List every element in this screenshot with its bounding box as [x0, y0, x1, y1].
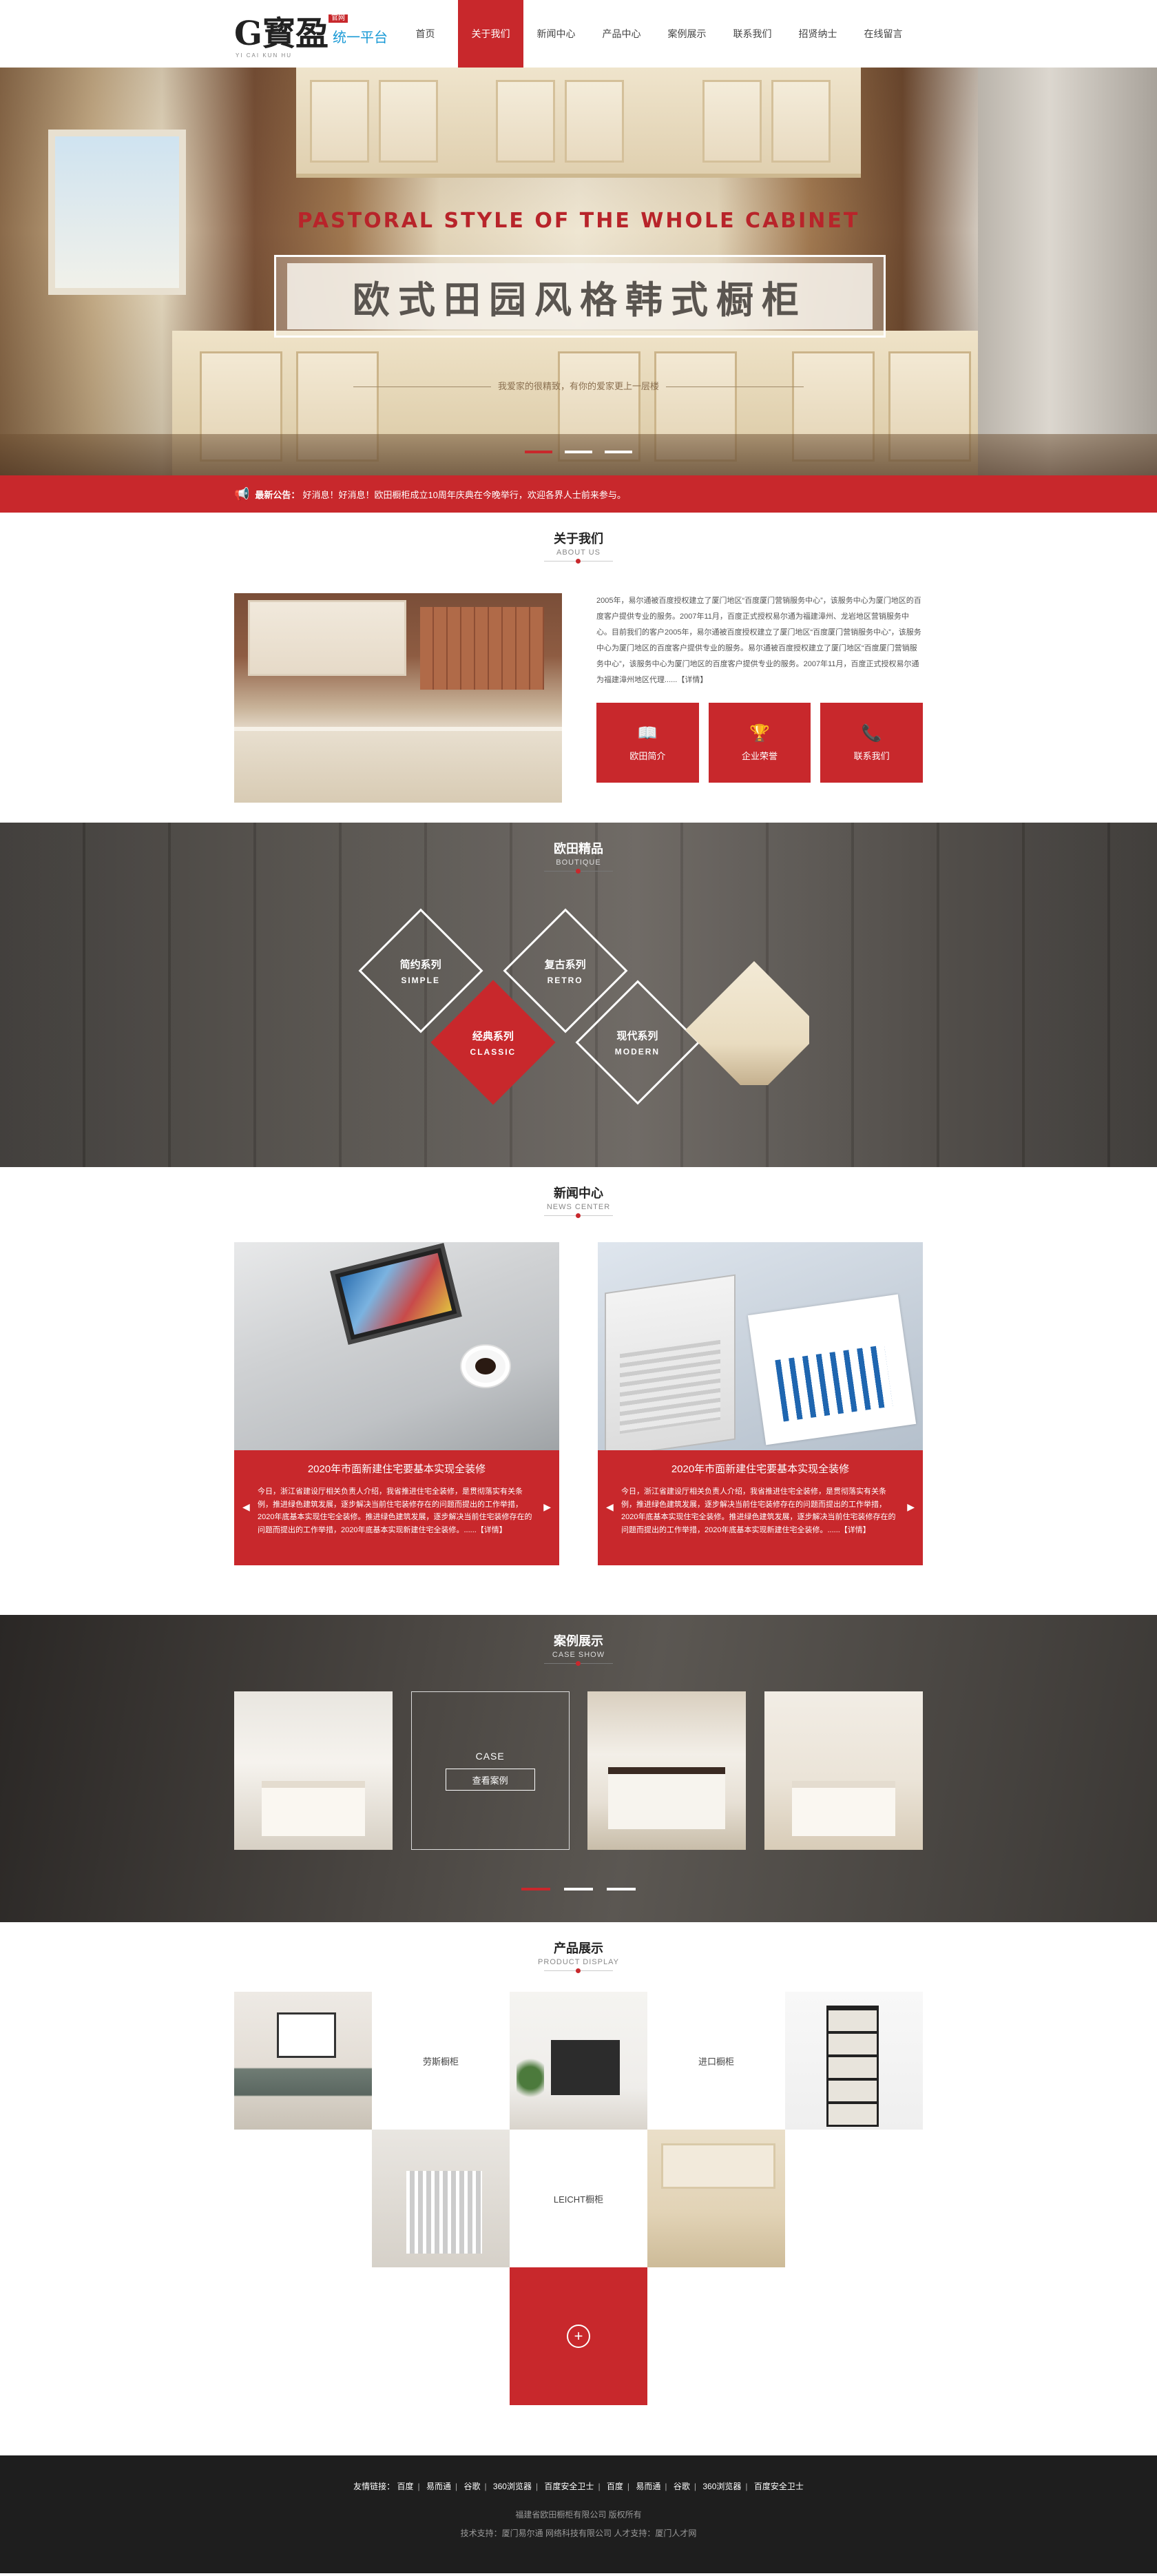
nav-item-news[interactable]: 新闻中心 — [523, 0, 589, 68]
phone-icon: 📞 — [861, 723, 882, 743]
banner-subtitle: 我爱家的很精致，有你的爱家更上一层楼 — [0, 379, 1157, 392]
product-image[interactable] — [372, 2130, 510, 2267]
friend-link[interactable]: 易而通 — [636, 2482, 660, 2491]
notice-label: 最新公告： — [255, 489, 300, 500]
cases-pager-dot[interactable] — [564, 1888, 593, 1890]
honor-button[interactable]: 🏆 企业荣誉 — [708, 702, 811, 783]
about-text: 2005年，易尔通被百度授权建立了厦门地区“百度厦门营销服务中心”，该服务中心为… — [596, 597, 921, 685]
banner-pager-dot[interactable] — [605, 451, 632, 453]
friend-link[interactable]: 百度安全卫士 — [544, 2482, 594, 2491]
book-icon: 📖 — [637, 723, 658, 743]
megaphone-icon: 📢 — [234, 486, 250, 501]
banner-pager-dot[interactable] — [565, 451, 592, 453]
news-image-tablet — [234, 1242, 559, 1450]
site-footer: 友情链接： 百度 | 易而通 | 谷歌 | 360浏览器 | 百度安全卫士 | 百度 | 易… — [0, 2455, 1157, 2573]
banner-title: 欧式田园风格韩式橱柜 — [353, 279, 807, 321]
news-title[interactable]: 2020年市面新建住宅要基本实现全装修 — [258, 1461, 536, 1476]
news-title[interactable]: 2020年市面新建住宅要基本实现全装修 — [621, 1461, 899, 1476]
news-section: 新闻中心 NEWS CENTER ◀ 2020年市面新建住宅要基本实现全装修 今… — [0, 1167, 1157, 1615]
banner-upper-cabinets — [296, 68, 861, 178]
cases-pager — [0, 1888, 1157, 1890]
more-products-button[interactable]: + — [510, 2267, 647, 2405]
about-intro-button[interactable]: 📖 欧田简介 — [596, 702, 699, 783]
case-image[interactable] — [234, 1691, 393, 1850]
trophy-icon: 🏆 — [749, 723, 770, 743]
news-image-laptop — [598, 1242, 923, 1450]
friend-link[interactable]: 百度 — [397, 2482, 413, 2491]
banner-english-title: PASTORAL STYLE OF THE WHOLE CABINET — [297, 209, 860, 233]
news-card[interactable]: ◀ 2020年市面新建住宅要基本实现全装修 今日，浙江省建设厅相关负责人介绍，我… — [234, 1242, 559, 1565]
friend-link[interactable]: 360浏览器 — [493, 2482, 532, 2491]
about-kitchen-image — [234, 593, 562, 803]
nav-item-products[interactable]: 产品中心 — [589, 0, 654, 68]
products-section: 产品展示 PRODUCT DISPLAY 劳斯橱柜 进口橱柜 LEICHT橱柜 … — [0, 1922, 1157, 2455]
support-text: 技术支持：厦门易尔通 网络科技有限公司 人才支持：厦门人才网 — [460, 2528, 697, 2538]
logo-mark-text: G寳盈 — [234, 14, 329, 53]
logo-text: 统一平台 — [333, 30, 388, 45]
news-card[interactable]: ◀ 2020年市面新建住宅要基本实现全装修 今日，浙江省建设厅相关负责人介绍，我… — [598, 1242, 923, 1565]
arrow-left-icon[interactable]: ◀ — [242, 1501, 250, 1513]
news-summary: 今日，浙江省建设厅相关负责人介绍，我省推进住宅全装修，是贯彻落实有关条例，推进绿… — [258, 1487, 532, 1535]
friend-link[interactable]: 易而通 — [426, 2482, 451, 2491]
friend-link[interactable]: 360浏览器 — [702, 2482, 741, 2491]
notice-text[interactable]: 好消息！好消息！欧田橱柜成立10周年庆典在今晚举行，欢迎各界人士前来参与。 — [302, 488, 625, 501]
case-hover-card[interactable]: CASE 查看案例 — [410, 1691, 570, 1850]
nav-item-home[interactable]: 首页 — [393, 0, 458, 68]
case-image[interactable] — [587, 1691, 747, 1850]
notice-bar: 📢 最新公告： 好消息！好消息！欧田橱柜成立10周年庆典在今晚举行，欢迎各界人士… — [0, 475, 1157, 513]
arrow-right-icon[interactable]: ▶ — [543, 1501, 551, 1513]
arrow-left-icon[interactable]: ◀ — [606, 1501, 614, 1513]
banner-pager — [0, 451, 1157, 453]
arrow-right-icon[interactable]: ▶ — [907, 1501, 915, 1513]
boutique-feature-image — [616, 892, 809, 1085]
products-section-title: 产品展示 PRODUCT DISPLAY — [0, 1922, 1157, 1973]
view-case-button[interactable]: 查看案例 — [445, 1769, 535, 1791]
banner-title-box: 欧式田园风格韩式橱柜 — [274, 255, 886, 338]
logo-mark: G寳盈 官网 YI CAI KUN HU — [234, 14, 348, 59]
product-label-tile[interactable]: LEICHT橱柜 — [510, 2130, 647, 2267]
banner-pager-dot[interactable] — [525, 451, 552, 453]
product-image[interactable] — [647, 2130, 785, 2267]
cases-section: 案例展示 CASE SHOW CASE 查看案例 — [0, 1615, 1157, 1922]
site-logo[interactable]: G寳盈 官网 YI CAI KUN HU 统一平台 — [234, 14, 393, 59]
friend-links: 友情链接： 百度 | 易而通 | 谷歌 | 360浏览器 | 百度安全卫士 | 百度 | 易… — [353, 2482, 804, 2491]
nav-item-jobs[interactable]: 招贤纳士 — [785, 0, 851, 68]
about-section: 关于我们 ABOUT US 2005年，易尔通被百度授权建立了厦门地区“百度厦门… — [0, 513, 1157, 823]
news-summary: 今日，浙江省建设厅相关负责人介绍，我省推进住宅全装修，是贯彻落实有关条例，推进绿… — [621, 1487, 896, 1535]
contact-button[interactable]: 📞 联系我们 — [820, 702, 924, 783]
nav-item-message[interactable]: 在线留言 — [851, 0, 916, 68]
news-section-title: 新闻中心 NEWS CENTER — [0, 1167, 1157, 1218]
nav-item-contact[interactable]: 联系我们 — [720, 0, 785, 68]
site-header: G寳盈 官网 YI CAI KUN HU 统一平台 首页 关于我们 新闻中心 产… — [0, 0, 1157, 68]
product-label-tile[interactable]: 进口橱柜 — [647, 1992, 785, 2130]
banner-fridge-image — [978, 68, 1157, 475]
main-nav: 首页 关于我们 新闻中心 产品中心 案例展示 联系我们 招贤纳士 在线留言 — [393, 0, 916, 68]
friend-link[interactable]: 谷歌 — [674, 2482, 690, 2491]
copyright-text: 福建省欧田橱柜有限公司 版权所有 — [515, 2510, 642, 2520]
cases-pager-dot[interactable] — [521, 1888, 550, 1890]
case-image[interactable] — [764, 1691, 923, 1850]
nav-item-about[interactable]: 关于我们 — [458, 0, 523, 68]
plus-icon: + — [567, 2325, 590, 2348]
about-section-title: 关于我们 ABOUT US — [0, 513, 1157, 564]
friend-link[interactable]: 谷歌 — [463, 2482, 480, 2491]
cases-section-title: 案例展示 CASE SHOW — [0, 1615, 1157, 1666]
product-image[interactable] — [234, 1992, 372, 2130]
friend-link[interactable]: 百度 — [607, 2482, 623, 2491]
cases-pager-dot[interactable] — [607, 1888, 636, 1890]
friend-link[interactable]: 百度安全卫士 — [754, 2482, 804, 2491]
logo-badge: 官网 — [329, 14, 348, 23]
boutique-section: 欧田精品 BOUTIQUE 简约系列 SIMPLE 复古系列 RETRO 经典系列 C… — [0, 823, 1157, 1167]
hero-banner: PASTORAL STYLE OF THE WHOLE CABINET 欧式田园… — [0, 68, 1157, 475]
logo-subtext: YI CAI KUN HU — [236, 52, 293, 59]
product-image[interactable] — [785, 1992, 923, 2130]
boutique-section-title: 欧田精品 BOUTIQUE — [0, 823, 1157, 874]
product-label-tile[interactable]: 劳斯橱柜 — [372, 1992, 510, 2130]
product-image[interactable] — [510, 1992, 647, 2130]
case-label: CASE — [475, 1751, 505, 1762]
nav-item-cases[interactable]: 案例展示 — [654, 0, 720, 68]
